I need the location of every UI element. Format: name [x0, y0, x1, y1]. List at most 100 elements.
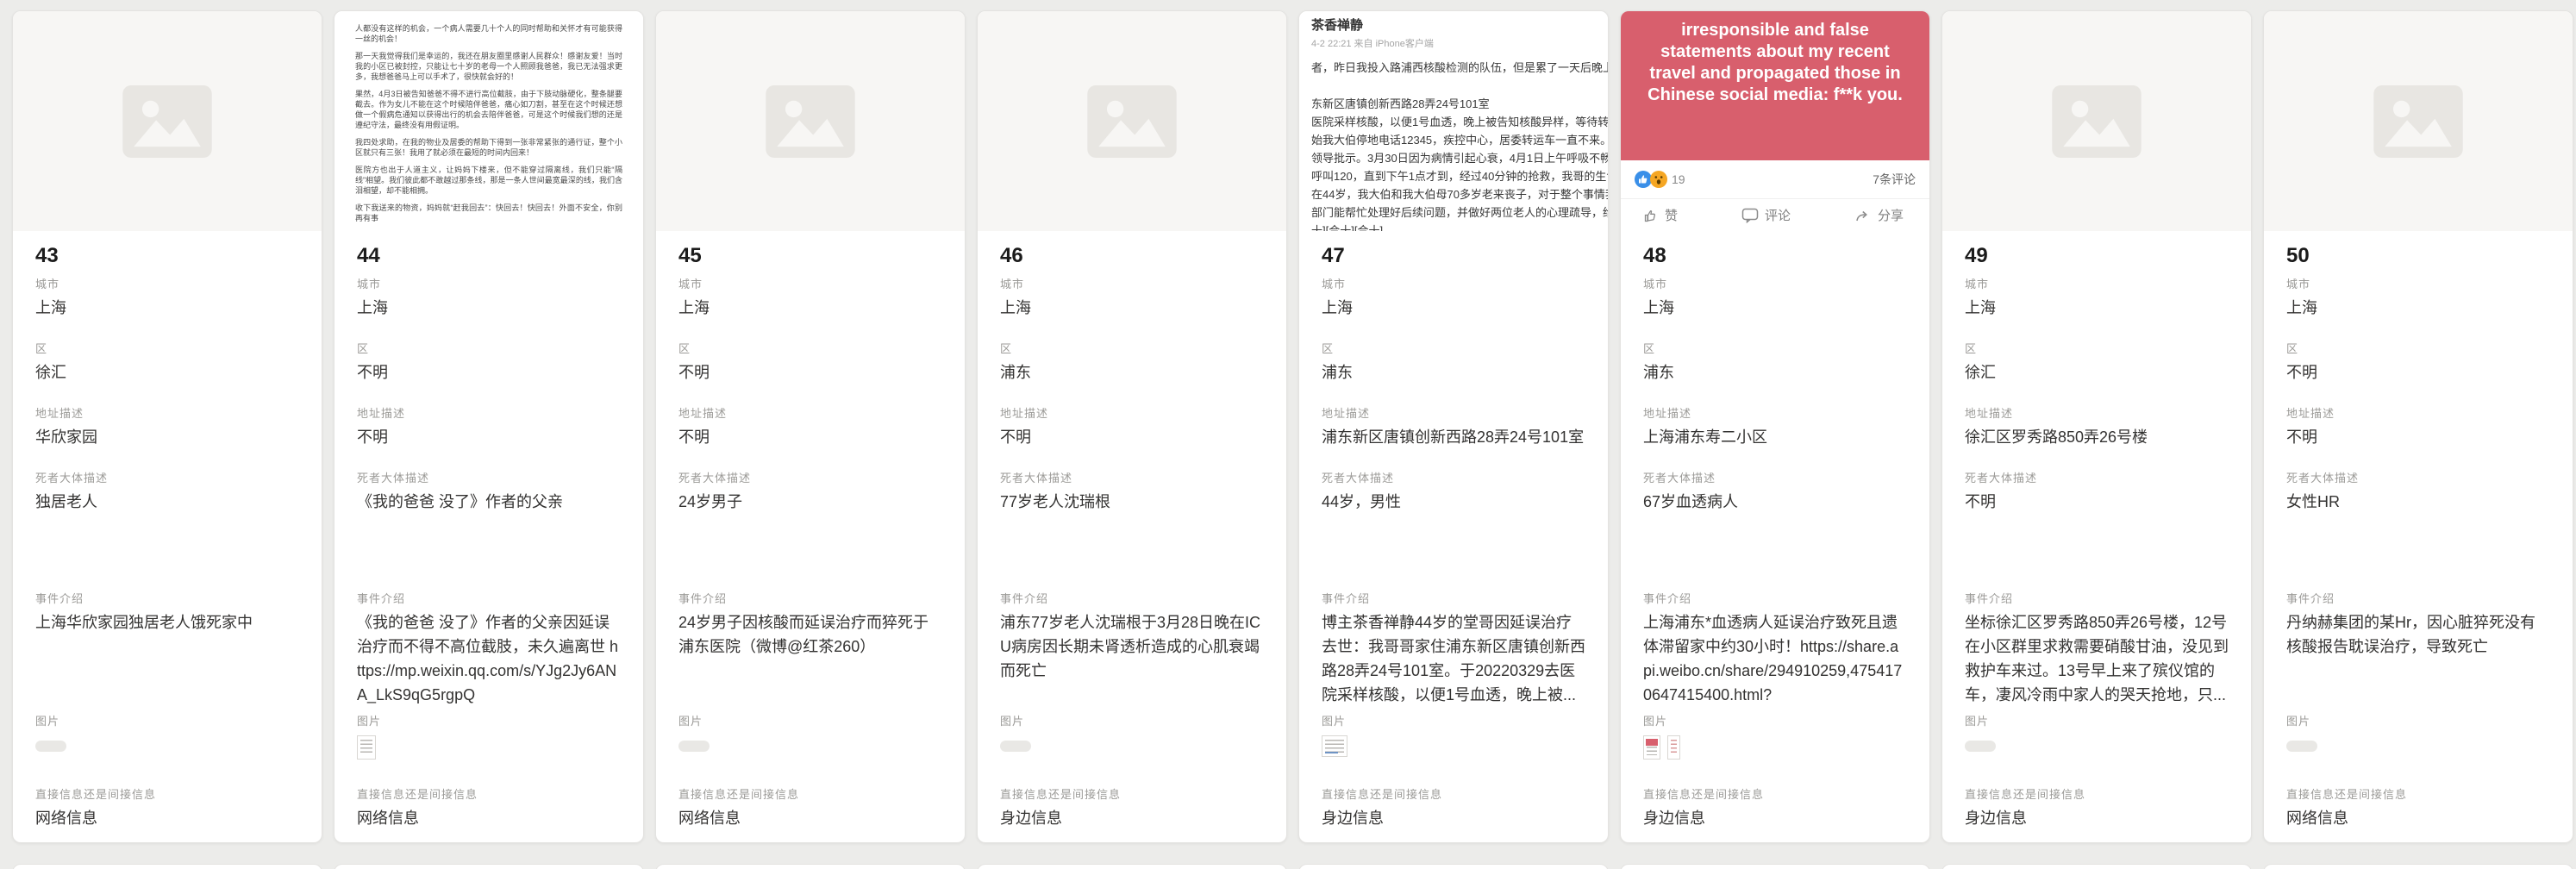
value-city: 上海	[1965, 296, 2229, 320]
label-address: 地址描述	[678, 406, 942, 422]
label-city: 城市	[1000, 277, 1264, 292]
gallery-card-48[interactable]: irresponsible and false statements about…	[1620, 10, 1930, 843]
like-action: 赞	[1643, 206, 1678, 224]
label-address: 地址描述	[1322, 406, 1585, 422]
label-deceased: 死者大体描述	[357, 471, 621, 486]
label-address: 地址描述	[357, 406, 621, 422]
value-address: 不明	[1000, 425, 1264, 449]
article-paragraph: 人都没有这样的机会，一个病人需要几十个人的同时帮助和关怀才有可能获得一丝的机会！	[355, 23, 622, 44]
value-deceased: 67岁血透病人	[1643, 490, 1907, 514]
image-placeholder-icon	[2373, 85, 2463, 158]
weibo-text-line	[1311, 77, 1608, 95]
label-deceased: 死者大体描述	[678, 471, 942, 486]
value-city: 上海	[2286, 296, 2550, 320]
value-intro: 坐标徐汇区罗秀路850弄26号楼，12号在小区群里求救需要硝酸甘油，没见到救护车…	[1965, 610, 2229, 706]
thumbs-up-icon	[1643, 208, 1659, 223]
cover-weibo-screenshot: 茶香禅静 4-2 22:21 来自 iPhone客户端 者，昨日我投入路浦西核酸…	[1299, 11, 1608, 231]
label-image: 图片	[1965, 714, 2229, 729]
next-row-card[interactable]	[655, 864, 966, 869]
share-action-label: 分享	[1878, 206, 1904, 224]
cover-placeholder	[656, 11, 965, 231]
empty-attachment-pill	[678, 741, 710, 752]
cover-post-screenshot: irresponsible and false statements about…	[1621, 11, 1929, 231]
label-deceased: 死者大体描述	[1000, 471, 1264, 486]
image-placeholder-icon	[766, 85, 855, 158]
label-address: 地址描述	[2286, 406, 2550, 422]
next-row-card[interactable]	[1941, 864, 2252, 869]
cover-placeholder	[2264, 11, 2573, 231]
like-action-label: 赞	[1665, 206, 1678, 224]
value-district: 浦东	[1322, 360, 1585, 384]
weibo-text-line: 始我大伯停地电话12345，疾控中心，居委转运车一直不来。永	[1311, 131, 1608, 149]
gallery-grid: 43 城市上海 区徐汇 地址描述华欣家园 死者大体描述独居老人 事件介绍上海华欣…	[0, 0, 2576, 843]
value-deceased: 《我的爸爸 没了》作者的父亲	[357, 490, 621, 514]
cover-placeholder	[1942, 11, 2251, 231]
label-district: 区	[678, 341, 942, 357]
empty-attachment-pill	[35, 741, 66, 752]
next-row-card[interactable]	[334, 864, 644, 869]
article-paragraph: 果然，4月3日被告知爸爸不得不进行高位截肢，由于下肢动脉硬化，整条腿要截去。作为…	[355, 89, 622, 130]
article-paragraph: 我四处求助，在我的物业及居委的帮助下得到一张非常紧张的通行证，整个小区就只有三张…	[355, 137, 622, 158]
label-district: 区	[1322, 341, 1585, 357]
value-address: 徐汇区罗秀路850弄26号楼	[1965, 425, 2229, 449]
thumbs-up-reaction-icon	[1635, 171, 1652, 188]
label-district: 区	[2286, 341, 2550, 357]
value-district: 浦东	[1643, 360, 1907, 384]
label-intro: 事件介绍	[1643, 591, 1907, 607]
weibo-username: 茶香禅静	[1311, 16, 1608, 34]
label-image: 图片	[35, 714, 299, 729]
next-row-card[interactable]	[12, 864, 322, 869]
next-row-card[interactable]	[977, 864, 1287, 869]
empty-attachment-pill	[2286, 741, 2317, 752]
label-intro: 事件介绍	[678, 591, 942, 607]
surprised-reaction-icon	[1650, 171, 1667, 188]
gallery-card-44[interactable]: 人都没有这样的机会，一个病人需要几十个人的同时帮助和关怀才有可能获得一丝的机会！…	[334, 10, 644, 843]
value-address: 不明	[357, 425, 621, 449]
cover-placeholder	[13, 11, 322, 231]
next-row-card[interactable]	[1620, 864, 1930, 869]
value-source: 网络信息	[678, 806, 942, 830]
weibo-text-line: 东新区唐镇创新西路28弄24号101室	[1311, 95, 1608, 113]
value-address: 浦东新区唐镇创新西路28弄24号101室	[1322, 425, 1585, 449]
next-row-card[interactable]	[2263, 864, 2573, 869]
share-arrow-icon	[1854, 208, 1872, 223]
next-row-card[interactable]	[1298, 864, 1609, 869]
gallery-card-45[interactable]: 45 城市上海 区不明 地址描述不明 死者大体描述24岁男子 事件介绍24岁男子…	[655, 10, 966, 843]
gallery-card-50[interactable]: 50 城市上海 区不明 地址描述不明 死者大体描述女性HR 事件介绍丹纳赫集团的…	[2263, 10, 2573, 843]
weibo-text-line: 呼叫120，直到下午1点才到，经过40分钟的抢救，我哥的生命	[1311, 167, 1608, 185]
label-intro: 事件介绍	[357, 591, 621, 607]
article-paragraph: 收下我送来的物资，妈妈就“赶我回去”：快回去！快回去！外面不安全，你别再有事	[355, 203, 622, 223]
card-number: 49	[1965, 243, 2229, 269]
card-number: 50	[2286, 243, 2550, 269]
label-city: 城市	[2286, 277, 2550, 292]
cover-article-screenshot: 人都没有这样的机会，一个病人需要几十个人的同时帮助和关怀才有可能获得一丝的机会！…	[335, 11, 643, 231]
label-district: 区	[35, 341, 299, 357]
label-district: 区	[1965, 341, 2229, 357]
gallery-card-46[interactable]: 46 城市上海 区浦东 地址描述不明 死者大体描述77岁老人沈瑞根 事件介绍浦东…	[977, 10, 1287, 843]
value-deceased: 独居老人	[35, 490, 299, 514]
gallery-card-49[interactable]: 49 城市上海 区徐汇 地址描述徐汇区罗秀路850弄26号楼 死者大体描述不明 …	[1941, 10, 2252, 843]
label-city: 城市	[357, 277, 621, 292]
label-direct: 直接信息还是间接信息	[35, 787, 299, 803]
value-source: 身边信息	[1643, 806, 1907, 830]
value-deceased: 24岁男子	[678, 490, 942, 514]
value-city: 上海	[35, 296, 299, 320]
label-deceased: 死者大体描述	[2286, 471, 2550, 486]
card-number: 44	[357, 243, 621, 269]
label-city: 城市	[35, 277, 299, 292]
label-district: 区	[1000, 341, 1264, 357]
value-source: 身边信息	[1965, 806, 2229, 830]
share-action: 分享	[1854, 206, 1904, 224]
label-deceased: 死者大体描述	[1965, 471, 2229, 486]
value-address: 上海浦东寿二小区	[1643, 425, 1907, 449]
gallery-card-47[interactable]: 茶香禅静 4-2 22:21 来自 iPhone客户端 者，昨日我投入路浦西核酸…	[1298, 10, 1609, 843]
next-row-card-tops	[0, 864, 2576, 869]
value-deceased: 不明	[1965, 490, 2229, 514]
attachment-thumbnail	[1322, 735, 1347, 757]
value-address: 不明	[678, 425, 942, 449]
image-placeholder-icon	[1087, 85, 1177, 158]
gallery-card-43[interactable]: 43 城市上海 区徐汇 地址描述华欣家园 死者大体描述独居老人 事件介绍上海华欣…	[12, 10, 322, 843]
reaction-count: 19	[1672, 172, 1685, 186]
label-intro: 事件介绍	[1000, 591, 1264, 607]
value-deceased: 77岁老人沈瑞根	[1000, 490, 1264, 514]
